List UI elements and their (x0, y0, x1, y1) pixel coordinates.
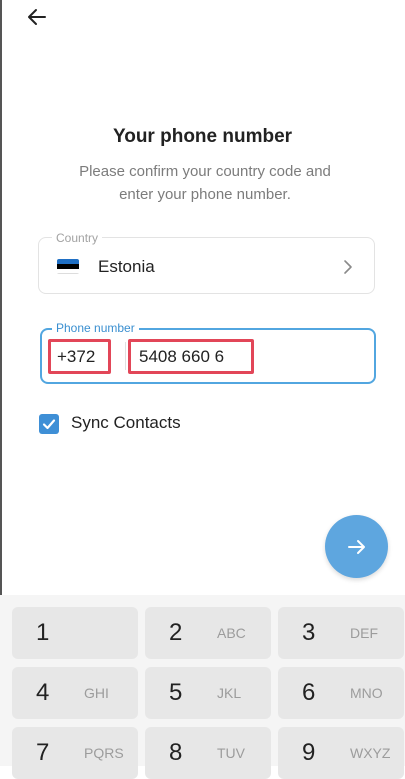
key-letters: GHI (84, 685, 109, 701)
back-button[interactable] (24, 4, 50, 30)
chevron-right-icon (340, 257, 356, 277)
country-value: Estonia (98, 257, 155, 276)
page-title: Your phone number (112, 126, 293, 147)
key-letters: DEF (350, 625, 378, 641)
key-5[interactable]: 5 JKL (145, 667, 271, 719)
arrow-right-icon (348, 540, 365, 554)
key-1[interactable]: 1 (12, 607, 138, 659)
key-letters: WXYZ (350, 745, 391, 761)
key-letters: JKL (217, 685, 242, 701)
key-digit: 1 (36, 619, 50, 646)
key-letters: PQRS (84, 745, 124, 761)
sync-contacts-checkbox[interactable] (39, 414, 59, 434)
key-digit: 2 (169, 619, 183, 646)
next-button[interactable] (325, 515, 388, 578)
country-field-label: Country (52, 231, 103, 245)
phone-number-input[interactable]: 5408 660 6 (128, 339, 254, 374)
phone-divider (125, 342, 126, 370)
key-9[interactable]: 9 WXYZ (278, 727, 404, 779)
key-digit: 7 (36, 739, 50, 766)
numeric-keypad: 1 2 ABC 3 DEF 4 GHI 5 JKL 6 MNO 7 PQRS 8… (0, 595, 405, 779)
key-letters: TUV (217, 745, 245, 761)
key-digit: 9 (302, 739, 316, 766)
key-digit: 8 (169, 739, 183, 766)
key-4[interactable]: 4 GHI (12, 667, 138, 719)
country-selector[interactable] (38, 237, 375, 294)
key-letters: ABC (217, 625, 246, 641)
sync-contacts-label[interactable]: Sync Contacts (71, 413, 181, 433)
arrow-left-icon (28, 9, 46, 25)
page-subtitle: Please confirm your country code and ent… (79, 163, 331, 203)
key-digit: 3 (302, 619, 316, 646)
estonia-flag-icon (57, 259, 79, 274)
key-letters: MNO (350, 685, 383, 701)
phone-field-label: Phone number (52, 321, 139, 335)
key-6[interactable]: 6 MNO (278, 667, 404, 719)
key-8[interactable]: 8 TUV (145, 727, 271, 779)
key-digit: 5 (169, 679, 183, 706)
key-7[interactable]: 7 PQRS (12, 727, 138, 779)
key-digit: 6 (302, 679, 316, 706)
key-2[interactable]: 2 ABC (145, 607, 271, 659)
key-3[interactable]: 3 DEF (278, 607, 404, 659)
key-digit: 4 (36, 679, 50, 706)
country-code-input[interactable]: +372 (48, 339, 111, 374)
check-icon (42, 419, 56, 430)
